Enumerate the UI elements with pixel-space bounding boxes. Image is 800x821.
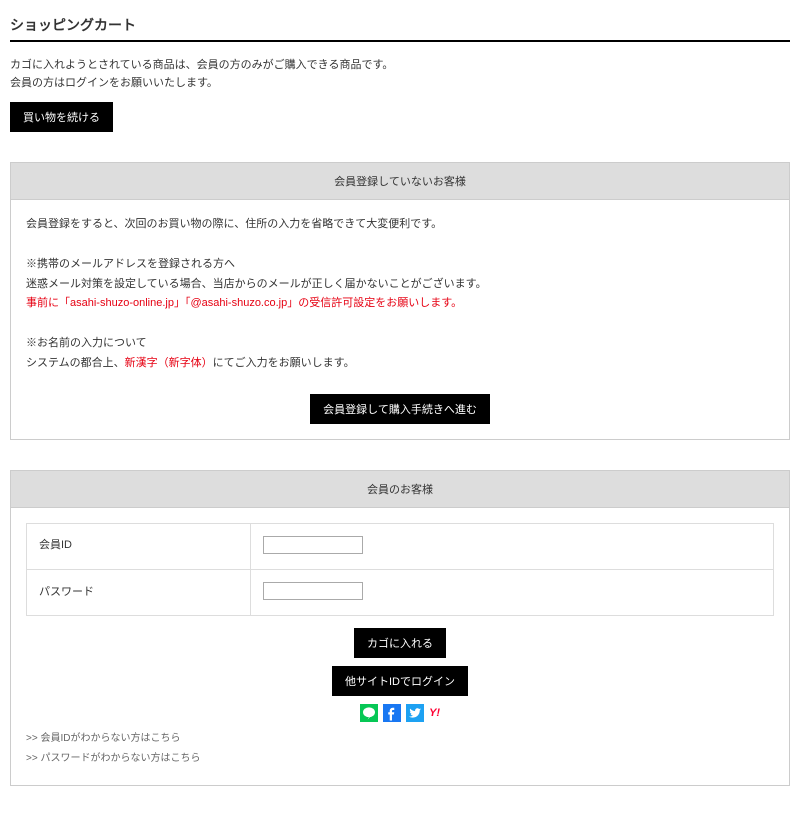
page-title: ショッピングカート xyxy=(10,10,790,42)
table-row: パスワード xyxy=(27,569,774,615)
facebook-icon[interactable] xyxy=(383,704,401,722)
intro-line-2: 会員の方はログインをお願いいたします。 xyxy=(10,75,790,93)
login-table: 会員ID パスワード xyxy=(26,523,774,617)
mobile-note-body: 迷惑メール対策を設定している場合、当店からのメールが正しく届かないことがございま… xyxy=(26,275,774,295)
intro-line-1: カゴに入れようとされている商品は、会員の方のみがご購入できる商品です。 xyxy=(10,57,790,75)
mobile-note-title: ※携帯のメールアドレスを登録される方へ xyxy=(26,255,774,275)
member-body: 会員ID パスワード カゴに入れる 他サイトIDでログイン Y! xyxy=(11,508,789,785)
name-after: にてご入力をお願いします。 xyxy=(213,357,355,369)
nonmember-panel: 会員登録していないお客様 会員登録をすると、次回のお買い物の際に、住所の入力を省… xyxy=(10,162,790,439)
mobile-note-red: 事前に「asahi-shuzo-online.jp」「@asahi-shuzo.… xyxy=(26,294,774,314)
nonmember-body: 会員登録をすると、次回のお買い物の際に、住所の入力を省略できて大変便利です。 ※… xyxy=(11,200,789,438)
name-note-line: システムの都合上、新漢字（新字体）にてご入力をお願いします。 xyxy=(26,354,774,374)
name-before: システムの都合上、 xyxy=(26,357,125,369)
continue-shopping-button[interactable]: 買い物を続ける xyxy=(10,102,113,132)
social-login-button[interactable]: 他サイトIDでログイン xyxy=(332,666,468,696)
add-to-cart-button[interactable]: カゴに入れる xyxy=(354,628,446,658)
forgot-id-link[interactable]: >> 会員IDがわからない方はこちら xyxy=(26,730,774,748)
member-panel: 会員のお客様 会員ID パスワード カゴに入れる 他サイトIDでログイン xyxy=(10,470,790,786)
help-links: >> 会員IDがわからない方はこちら >> パスワードがわからない方はこちら xyxy=(26,730,774,768)
intro-text: カゴに入れようとされている商品は、会員の方のみがご購入できる商品です。 会員の方… xyxy=(10,57,790,92)
social-icons-row: Y! xyxy=(26,704,774,724)
table-row: 会員ID xyxy=(27,523,774,569)
benefit-text: 会員登録をすると、次回のお買い物の際に、住所の入力を省略できて大変便利です。 xyxy=(26,215,774,235)
name-red: 新漢字（新字体） xyxy=(125,357,213,369)
member-id-label: 会員ID xyxy=(27,523,251,569)
password-input[interactable] xyxy=(263,582,363,600)
yahoo-icon[interactable]: Y! xyxy=(429,704,440,722)
forgot-pw-link[interactable]: >> パスワードがわからない方はこちら xyxy=(26,750,774,768)
member-header: 会員のお客様 xyxy=(11,471,789,508)
register-button[interactable]: 会員登録して購入手続きへ進む xyxy=(310,394,490,424)
name-note-title: ※お名前の入力について xyxy=(26,334,774,354)
nonmember-header: 会員登録していないお客様 xyxy=(11,163,789,200)
password-label: パスワード xyxy=(27,569,251,615)
line-icon[interactable] xyxy=(360,704,378,722)
member-id-input[interactable] xyxy=(263,536,363,554)
twitter-icon[interactable] xyxy=(406,704,424,722)
